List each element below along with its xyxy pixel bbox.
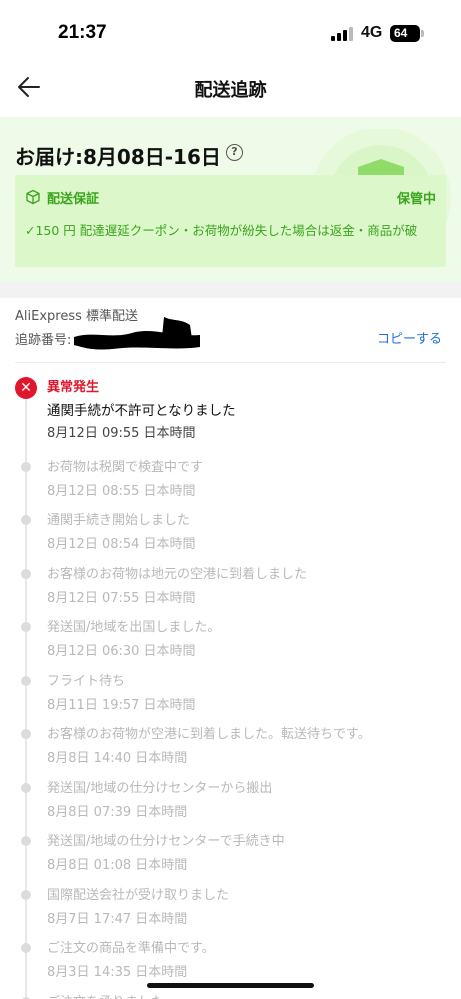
copy-button[interactable]: コピーする bbox=[377, 328, 442, 347]
event-status: フライト待ち bbox=[47, 674, 126, 689]
delivery-estimate: お届け:8月08日-16日 bbox=[15, 145, 221, 169]
timeline-dot bbox=[21, 729, 31, 739]
event-status: 発送国/地域の仕分けセンターから搬出 bbox=[47, 781, 273, 796]
timeline-event-current: ✕ 異常発生 通関手続が不許可となりました 8月12日 09:55 日本時間 bbox=[0, 372, 461, 441]
timeline-event: 国際配送会社が受け取りました 8月7日 17:47 日本時間 bbox=[0, 880, 461, 934]
help-icon[interactable]: ? bbox=[226, 144, 243, 161]
battery-icon: 64 bbox=[390, 25, 420, 42]
event-status: 通関手続き開始しました bbox=[47, 513, 191, 528]
event-headline: 異常発生 bbox=[47, 380, 100, 395]
timeline-event: 通関手続き開始しました 8月12日 08:54 日本時間 bbox=[0, 505, 461, 559]
close-icon: ✕ bbox=[15, 377, 37, 399]
event-status: 発送国/地域を出国しました。 bbox=[47, 620, 221, 635]
event-time: 8月12日 09:55 日本時間 bbox=[47, 426, 196, 441]
timeline-event: お客様のお荷物は地元の空港に到着しました 8月12日 07:55 日本時間 bbox=[0, 559, 461, 613]
timeline-dot bbox=[21, 676, 31, 686]
delivery-card: お届け:8月08日-16日 ? 配送保証 保管中 ✓150 円 配達遅延クーポン… bbox=[0, 117, 461, 282]
event-time: 8月8日 07:39 日本時間 bbox=[47, 805, 188, 820]
timeline-dot bbox=[21, 515, 31, 525]
delivery-guarantee-box[interactable]: 配送保証 保管中 ✓150 円 配達遅延クーポン・お荷物が紛失した場合は返金・商… bbox=[15, 175, 446, 267]
battery-tip bbox=[421, 30, 424, 37]
network-type: 4G bbox=[361, 24, 383, 41]
event-time: 8月12日 08:54 日本時間 bbox=[47, 537, 196, 552]
event-time: 8月12日 08:55 日本時間 bbox=[47, 484, 196, 499]
guarantee-description: ✓150 円 配達遅延クーポン・お荷物が紛失した場合は返金・商品が破 bbox=[25, 223, 418, 238]
package-icon bbox=[26, 189, 40, 205]
event-time: 8月12日 06:30 日本時間 bbox=[47, 644, 196, 659]
event-time: 8月8日 01:08 日本時間 bbox=[47, 858, 188, 873]
event-status: 通関手続が不許可となりました bbox=[47, 403, 236, 419]
timeline-event: 発送国/地域の仕分けセンターから搬出 8月8日 07:39 日本時間 bbox=[0, 773, 461, 827]
section-divider bbox=[0, 282, 461, 298]
home-indicator[interactable] bbox=[147, 983, 314, 988]
timeline-dot bbox=[21, 569, 31, 579]
event-time: 8月11日 19:57 日本時間 bbox=[47, 698, 196, 713]
redacted-tracking-number bbox=[74, 317, 200, 350]
timeline-dot bbox=[21, 836, 31, 846]
event-time: 8月12日 07:55 日本時間 bbox=[47, 591, 196, 606]
timeline-event: ご注文を承りました。 bbox=[0, 987, 461, 999]
guarantee-title: 配送保証 bbox=[47, 192, 100, 207]
timeline-event: 発送国/地域の仕分けセンターで手続き中 8月8日 01:08 日本時間 bbox=[0, 826, 461, 880]
timeline-event: ご注文の商品を準備中です。 8月3日 14:35 日本時間 bbox=[0, 933, 461, 987]
timeline-event: お荷物は税関で検査中です 8月12日 08:55 日本時間 bbox=[0, 452, 461, 506]
event-status: 国際配送会社が受け取りました bbox=[47, 888, 230, 903]
page-title: 配送追跡 bbox=[194, 80, 267, 101]
nav-header: 配送追跡 bbox=[0, 62, 461, 114]
status-time: 21:37 bbox=[58, 22, 107, 43]
timeline-event: フライト待ち 8月11日 19:57 日本時間 bbox=[0, 666, 461, 720]
timeline-dot bbox=[21, 462, 31, 472]
timeline-event: 発送国/地域を出国しました。 8月12日 06:30 日本時間 bbox=[0, 612, 461, 666]
event-status: お荷物は税関で検査中です bbox=[47, 460, 204, 475]
event-status: 発送国/地域の仕分けセンターで手続き中 bbox=[47, 834, 285, 849]
event-status: ご注文を承りました。 bbox=[47, 991, 177, 999]
status-bar: 21:37 4G 64 bbox=[0, 0, 461, 62]
tracking-number-label: 追跡番号: bbox=[15, 333, 72, 348]
timeline-dot bbox=[21, 783, 31, 793]
event-status: ご注文の商品を準備中です。 bbox=[47, 941, 215, 956]
event-status: お客様のお荷物は地元の空港に到着しました bbox=[47, 567, 308, 582]
guarantee-status: 保管中 bbox=[396, 192, 436, 207]
timeline-dot bbox=[21, 890, 31, 900]
event-time: 8月8日 14:40 日本時間 bbox=[47, 751, 188, 766]
event-time: 8月3日 14:35 日本時間 bbox=[47, 965, 188, 980]
event-status: お客様のお荷物が空港に到着しました。転送待ちです。 bbox=[47, 727, 371, 742]
signal-icon bbox=[331, 27, 353, 41]
event-time: 8月7日 17:47 日本時間 bbox=[47, 912, 188, 927]
divider bbox=[15, 362, 446, 363]
timeline-dot bbox=[21, 943, 31, 953]
timeline-event: お客様のお荷物が空港に到着しました。転送待ちです。 8月8日 14:40 日本時… bbox=[0, 719, 461, 773]
timeline-dot bbox=[21, 622, 31, 632]
